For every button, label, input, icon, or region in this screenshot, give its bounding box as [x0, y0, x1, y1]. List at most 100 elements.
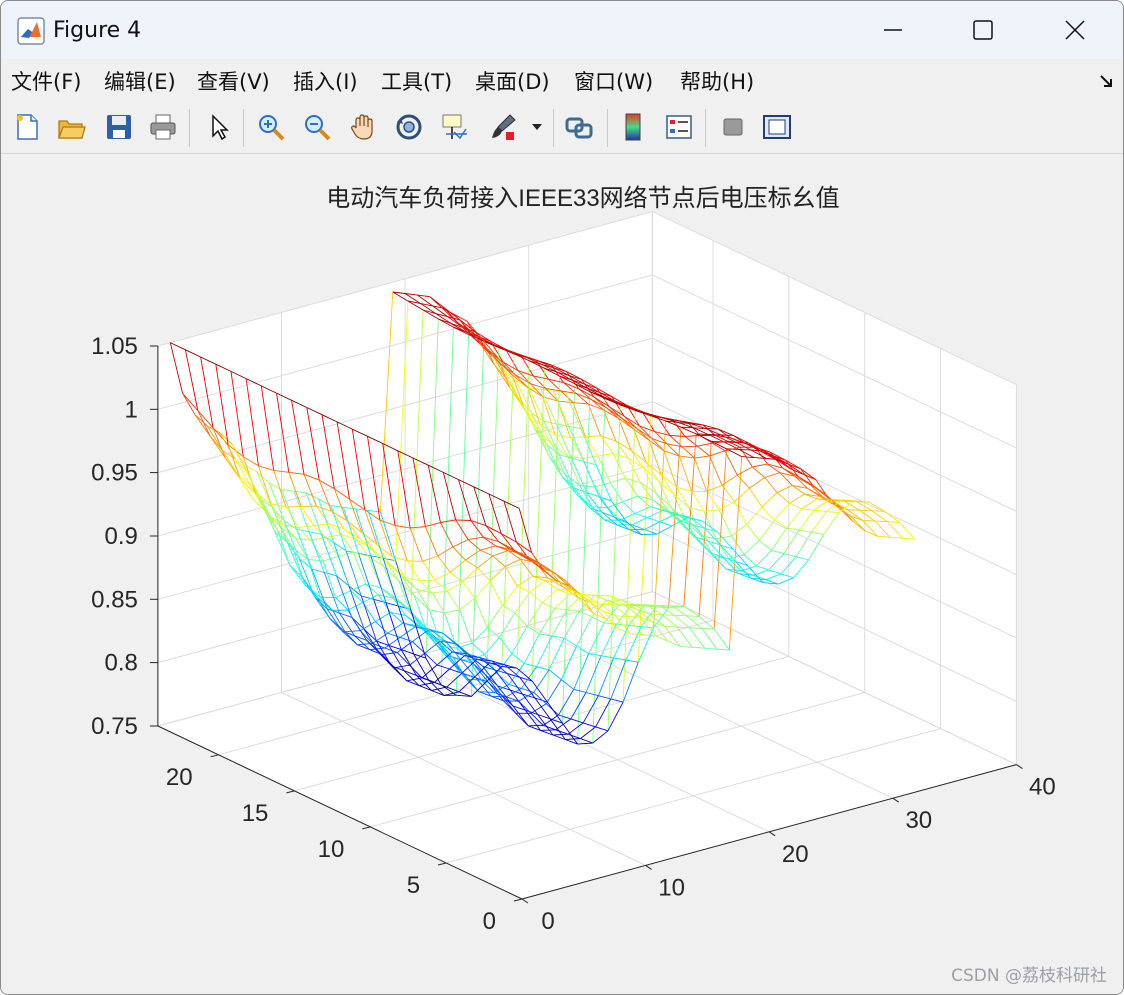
- figure-toolbar: [1, 101, 1123, 154]
- mesh-edge: [674, 614, 687, 617]
- x-tick-label: 20: [782, 841, 809, 868]
- new-figure-icon: [17, 114, 38, 140]
- mesh-edge: [491, 695, 507, 698]
- menu-insert[interactable]: 插入(I): [293, 66, 358, 96]
- x-tick-label: 10: [658, 874, 685, 901]
- show-plot-tools-button[interactable]: [759, 109, 795, 145]
- new-figure-button[interactable]: [9, 109, 45, 145]
- mesh-plot[interactable]: 电动汽车负荷接入IEEE33网络节点后电压标幺值 0.75 0.8 0.85 0.9 0…: [1, 154, 1123, 994]
- save-icon: [107, 115, 131, 139]
- legend-icon: [666, 115, 692, 139]
- data-cursor-button[interactable]: [437, 109, 473, 145]
- y-tick-label: 15: [242, 800, 269, 827]
- menu-view[interactable]: 查看(V): [197, 66, 270, 96]
- mesh-edge: [664, 626, 678, 628]
- watermark-text: CSDN @荔枝科研社: [951, 966, 1107, 986]
- y-tick-label: 10: [318, 836, 345, 863]
- zoom-in-button[interactable]: [253, 109, 289, 145]
- mesh-edge: [689, 627, 702, 629]
- x-tick-label: 40: [1029, 774, 1056, 801]
- menu-window[interactable]: 窗口(W): [574, 66, 653, 96]
- y-tick-mark: [437, 862, 447, 866]
- toolbar-separator: [553, 109, 554, 147]
- menu-tools[interactable]: 工具(T): [381, 66, 452, 96]
- zoom-in-icon: [259, 115, 285, 141]
- mesh-edge: [631, 604, 647, 606]
- y-tick-mark: [362, 826, 371, 830]
- matlab-logo-icon: [17, 17, 45, 45]
- brush-icon: [492, 114, 516, 140]
- maximize-button[interactable]: [937, 1, 1029, 59]
- save-button[interactable]: [101, 109, 137, 145]
- rotate-3d-button[interactable]: [391, 109, 427, 145]
- brush-button[interactable]: [485, 109, 521, 145]
- print-icon: [150, 114, 176, 140]
- data-cursor-icon: [442, 114, 467, 140]
- print-button[interactable]: [145, 109, 181, 145]
- z-tick-label: 0.8: [105, 650, 138, 677]
- show-plot-tools-icon: [763, 115, 791, 139]
- dock-arrow-icon[interactable]: [1099, 73, 1115, 89]
- menu-file[interactable]: 文件(F): [11, 66, 81, 96]
- minimize-button[interactable]: [847, 1, 939, 59]
- open-file-icon: [58, 120, 86, 139]
- mesh-edge: [682, 445, 698, 448]
- chart-title: 电动汽车负荷接入IEEE33网络节点后电压标幺值: [326, 185, 839, 212]
- mesh-edge: [859, 509, 873, 512]
- z-tick-label: 1.05: [91, 333, 138, 360]
- close-icon: [1065, 20, 1085, 40]
- title-bar: Figure 4: [1, 1, 1123, 59]
- zoom-out-icon: [305, 115, 331, 141]
- mesh-edge: [847, 509, 860, 511]
- z-tick-label: 0.95: [91, 460, 138, 487]
- mesh-edge: [871, 510, 885, 512]
- z-tick-label: 0.75: [91, 713, 138, 740]
- x-tick-mark: [521, 898, 529, 904]
- y-tick-mark: [210, 754, 219, 758]
- x-tick-label: 0: [541, 908, 554, 935]
- mesh-edge: [686, 615, 700, 617]
- link-plot-button[interactable]: [561, 109, 597, 145]
- menu-edit[interactable]: 编辑(E): [104, 66, 176, 96]
- mesh-edge: [641, 533, 657, 536]
- select-pointer-icon: [212, 114, 229, 141]
- toolbar-separator: [705, 109, 706, 147]
- x-tick-mark: [1016, 764, 1023, 770]
- colorbar-icon: [625, 113, 641, 141]
- pan-button[interactable]: [345, 109, 381, 145]
- y-tick-mark: [513, 898, 523, 902]
- y-tick-label: 5: [407, 872, 420, 899]
- zoom-out-button[interactable]: [299, 109, 335, 145]
- select-button[interactable]: [201, 109, 237, 145]
- figure-window: Figure 4 文件(F) 编辑(E) 查看(V) 插入(I) 工具(T) 桌…: [0, 0, 1124, 995]
- pan-hand-icon: [351, 114, 373, 140]
- mesh-edge: [600, 603, 613, 606]
- menu-bar: 文件(F) 编辑(E) 查看(V) 插入(I) 工具(T) 桌面(D) 窗口(W…: [1, 59, 1123, 101]
- window-title: Figure 4: [53, 18, 142, 43]
- insert-colorbar-button[interactable]: [615, 109, 651, 145]
- x-tick-mark: [892, 797, 900, 803]
- mesh-edge: [455, 519, 471, 521]
- hide-plot-tools-icon: [723, 118, 743, 136]
- figure-canvas[interactable]: 电动汽车负荷接入IEEE33网络节点后电压标幺值 0.75 0.8 0.85 0.9 0…: [1, 154, 1123, 994]
- insert-legend-button[interactable]: [661, 109, 697, 145]
- toolbar-separator: [189, 109, 190, 147]
- brush-dropdown-button[interactable]: [527, 109, 547, 145]
- x-tick-mark: [768, 831, 776, 837]
- z-tick-label: 1: [125, 396, 138, 423]
- x-tick-mark: [645, 864, 652, 870]
- open-file-button[interactable]: [53, 109, 89, 145]
- chevron-down-icon: [532, 124, 542, 130]
- y-tick-label: 0: [483, 908, 496, 935]
- mesh-edge: [649, 613, 662, 616]
- mesh-edge: [874, 520, 888, 523]
- z-tick-label: 0.9: [105, 523, 138, 550]
- rotate-3d-icon: [396, 114, 422, 140]
- hide-plot-tools-button[interactable]: [715, 109, 751, 145]
- close-button[interactable]: [1029, 1, 1121, 59]
- menu-desktop[interactable]: 桌面(D): [475, 66, 550, 96]
- minimize-icon: [884, 29, 902, 31]
- z-tick-label: 0.85: [91, 586, 138, 613]
- menu-help[interactable]: 帮助(H): [680, 66, 754, 96]
- mesh-edge: [301, 505, 317, 507]
